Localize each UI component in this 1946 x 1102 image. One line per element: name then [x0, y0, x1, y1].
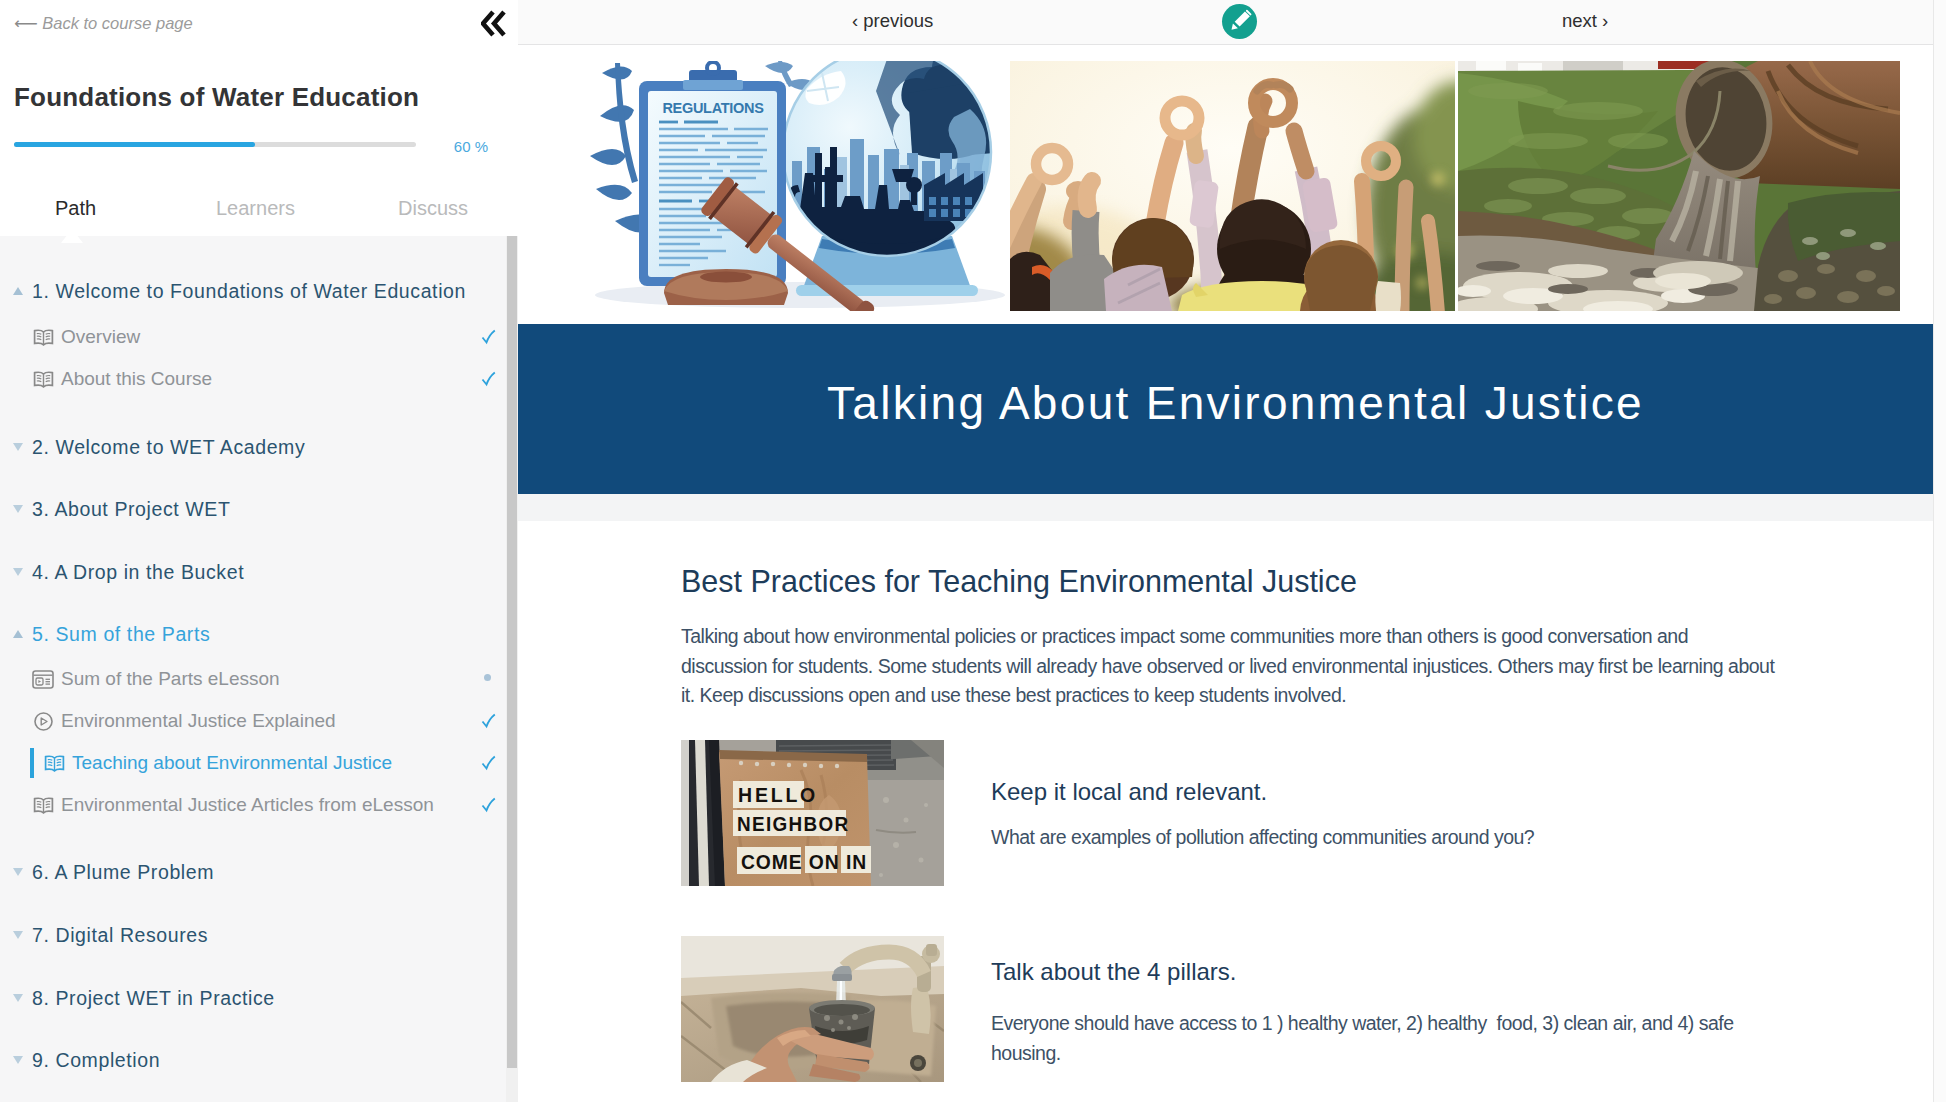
svg-text:NEIGHBOR: NEIGHBOR — [737, 812, 850, 835]
svg-text:COME ON IN: COME ON IN — [741, 850, 867, 873]
svg-text:REGULATIONS: REGULATIONS — [662, 100, 764, 116]
svg-text:HELLO: HELLO — [738, 783, 818, 806]
